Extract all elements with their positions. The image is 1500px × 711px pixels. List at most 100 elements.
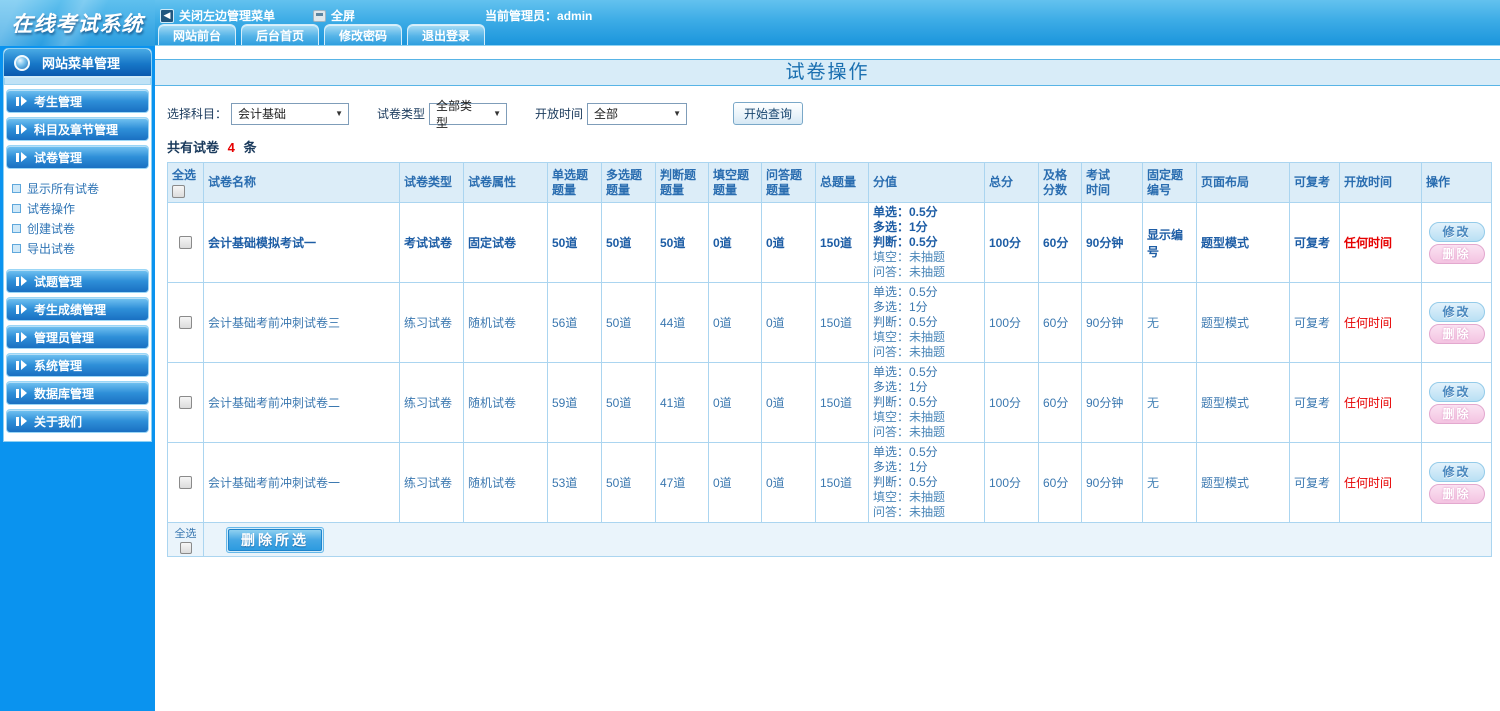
cell-exam_time: 90分钟 bbox=[1081, 282, 1143, 363]
fullscreen-link[interactable]: 全屏 bbox=[313, 7, 355, 24]
cell-total_score: 100分 bbox=[984, 282, 1039, 363]
expand-icon bbox=[16, 96, 27, 106]
subject-filter-label: 选择科目： bbox=[167, 107, 228, 121]
col-single-count: 单选题 题量 bbox=[547, 162, 602, 203]
sidebar-group-subjects[interactable]: 科目及章节管理 bbox=[6, 117, 149, 141]
sidebar-panel: 网站菜单管理 考生管理 科目及章节管理 试卷管理 显示所有试卷 试卷操作 创建试卷 导出试… bbox=[3, 48, 152, 442]
type-filter-label: 试卷类型 bbox=[377, 107, 426, 121]
edit-button[interactable]: 修改 bbox=[1428, 461, 1485, 482]
submenu-item-label: 创建试卷 bbox=[27, 221, 76, 236]
tab-site-front[interactable]: 网站前台 bbox=[158, 24, 237, 45]
score-line: 问答：未抽题 bbox=[873, 425, 946, 439]
row-select-checkbox[interactable] bbox=[179, 316, 192, 329]
sidebar-group-examinees[interactable]: 考生管理 bbox=[6, 89, 149, 113]
paper-row: 会计基础考前冲刺试卷一 练习试卷 随机试卷 53道 50道 47道 0道 0道 150道 单选：0… bbox=[167, 442, 1492, 523]
sidebar: 网站菜单管理 考生管理 科目及章节管理 试卷管理 显示所有试卷 试卷操作 创建试卷 导出试… bbox=[0, 46, 155, 711]
submenu-item-label: 导出试卷 bbox=[27, 241, 76, 256]
cell-single: 53道 bbox=[547, 442, 602, 523]
tab-change-password[interactable]: 修改密码 bbox=[324, 24, 403, 45]
paper-type-select-value: 全部类型 bbox=[436, 98, 473, 130]
paper-type-select[interactable]: 全部类型 ▼ bbox=[429, 99, 508, 130]
cell-attr: 固定试卷 bbox=[463, 202, 548, 283]
cell-attr: 随机试卷 bbox=[463, 282, 548, 363]
sidebar-group-about[interactable]: 关于我们 bbox=[6, 409, 149, 433]
cell-layout: 题型模式 bbox=[1196, 362, 1290, 443]
header-select-all-checkbox[interactable] bbox=[172, 184, 185, 198]
count-number: 4 bbox=[227, 140, 235, 155]
cell-retake: 可复考 bbox=[1289, 282, 1340, 363]
sidebar-group-admins[interactable]: 管理员管理 bbox=[6, 325, 149, 349]
row-select-checkbox[interactable] bbox=[179, 236, 192, 249]
score-line: 单选：0.5分 bbox=[873, 285, 938, 299]
menu-group-label: 考生管理 bbox=[34, 94, 83, 109]
cell-name: 会计基础考前冲刺试卷三 bbox=[203, 282, 400, 363]
footer-select-all-label: 全选 bbox=[174, 528, 197, 540]
cell-score_lines: 单选：0.5分 多选：1分 判断：0.5分 填空：未抽题 问答：未抽题 bbox=[868, 442, 985, 523]
open-time-select[interactable]: 全部 ▼ bbox=[587, 102, 688, 125]
cell-score_lines: 单选：0.5分 多选：1分 判断：0.5分 填空：未抽题 问答：未抽题 bbox=[868, 202, 985, 283]
cell-fixed_num: 无 bbox=[1142, 362, 1197, 443]
cell-blank: 0道 bbox=[708, 362, 762, 443]
score-line: 填空：未抽题 bbox=[873, 250, 946, 264]
query-button[interactable]: 开始查询 bbox=[733, 102, 804, 125]
sidebar-item-show-all-papers[interactable]: 显示所有试卷 bbox=[12, 178, 145, 198]
cell-single: 59道 bbox=[547, 362, 602, 443]
cell-retake: 可复考 bbox=[1289, 442, 1340, 523]
col-fixed-number: 固定题 编号 bbox=[1142, 162, 1197, 203]
subject-select[interactable]: 会计基础 ▼ bbox=[231, 102, 350, 125]
delete-button[interactable]: 删除 bbox=[1428, 483, 1485, 504]
score-line: 多选：1分 bbox=[873, 380, 928, 394]
sidebar-group-questions[interactable]: 试题管理 bbox=[6, 269, 149, 293]
filter-bar: 选择科目： 会计基础 ▼ 试卷类型 全部类型 ▼ 开放时间 全部 ▼ 开始查询 bbox=[167, 99, 1500, 130]
tab-logout[interactable]: 退出登录 bbox=[407, 24, 486, 45]
cell-total: 150道 bbox=[815, 362, 869, 443]
score-line: 填空：未抽题 bbox=[873, 490, 946, 504]
col-pass-score: 及格 分数 bbox=[1038, 162, 1082, 203]
close-left-menu-link[interactable]: ◀ 关闭左边管理菜单 bbox=[160, 7, 275, 24]
sidebar-item-export-paper[interactable]: 导出试卷 bbox=[12, 238, 145, 258]
list-square-icon bbox=[12, 243, 21, 253]
sidebar-group-database[interactable]: 数据库管理 bbox=[6, 381, 149, 405]
cell-layout: 题型模式 bbox=[1196, 442, 1290, 523]
tab-admin-home[interactable]: 后台首页 bbox=[241, 24, 320, 45]
delete-selected-button[interactable]: 删除所选 bbox=[228, 528, 322, 551]
delete-button[interactable]: 删除 bbox=[1428, 323, 1485, 344]
sidebar-group-papers[interactable]: 试卷管理 bbox=[6, 145, 149, 169]
sidebar-item-paper-operations[interactable]: 试卷操作 bbox=[12, 198, 145, 218]
cell-exam_time: 90分钟 bbox=[1081, 362, 1143, 443]
cell-name: 会计基础考前冲刺试卷二 bbox=[203, 362, 400, 443]
edit-button[interactable]: 修改 bbox=[1428, 301, 1485, 322]
cell-multi: 50道 bbox=[601, 202, 656, 283]
row-select-checkbox[interactable] bbox=[179, 396, 192, 409]
col-paper-type: 试卷类型 bbox=[399, 162, 464, 203]
cell-name: 会计基础模拟考试一 bbox=[203, 202, 400, 283]
edit-button[interactable]: 修改 bbox=[1428, 221, 1485, 242]
footer-select-all-checkbox[interactable] bbox=[179, 542, 192, 554]
delete-button[interactable]: 删除 bbox=[1428, 243, 1485, 264]
sidebar-item-create-paper[interactable]: 创建试卷 bbox=[12, 218, 145, 238]
paper-row: 会计基础模拟考试一 考试试卷 固定试卷 50道 50道 50道 0道 0道 150道 单选：0.5… bbox=[167, 202, 1492, 283]
delete-button[interactable]: 删除 bbox=[1428, 403, 1485, 424]
sidebar-group-system[interactable]: 系统管理 bbox=[6, 353, 149, 377]
chevron-down-icon: ▼ bbox=[335, 109, 344, 118]
list-square-icon bbox=[12, 223, 21, 233]
score-line: 单选：0.5分 bbox=[873, 205, 938, 219]
col-judge-count: 判断题 题量 bbox=[655, 162, 709, 203]
count-suffix: 条 bbox=[243, 140, 257, 155]
sidebar-group-scores[interactable]: 考生成绩管理 bbox=[6, 297, 149, 321]
score-line: 填空：未抽题 bbox=[873, 330, 946, 344]
cell-qa: 0道 bbox=[761, 362, 816, 443]
row-select-checkbox[interactable] bbox=[179, 476, 192, 489]
chevron-down-icon: ▼ bbox=[673, 109, 682, 118]
cell-type: 练习试卷 bbox=[399, 362, 464, 443]
cell-judge: 50道 bbox=[655, 202, 709, 283]
result-count: 共有试卷 4 条 bbox=[167, 137, 1500, 156]
edit-button[interactable]: 修改 bbox=[1428, 381, 1485, 402]
col-paper-attr: 试卷属性 bbox=[463, 162, 548, 203]
submenu-item-label: 试卷操作 bbox=[27, 201, 76, 216]
count-prefix: 共有试卷 bbox=[167, 140, 220, 155]
collapse-left-icon: ◀ bbox=[160, 8, 174, 23]
cell-actions: 修改 删除 bbox=[1421, 202, 1492, 283]
cell-total_score: 100分 bbox=[984, 202, 1039, 283]
cell-total: 150道 bbox=[815, 282, 869, 363]
